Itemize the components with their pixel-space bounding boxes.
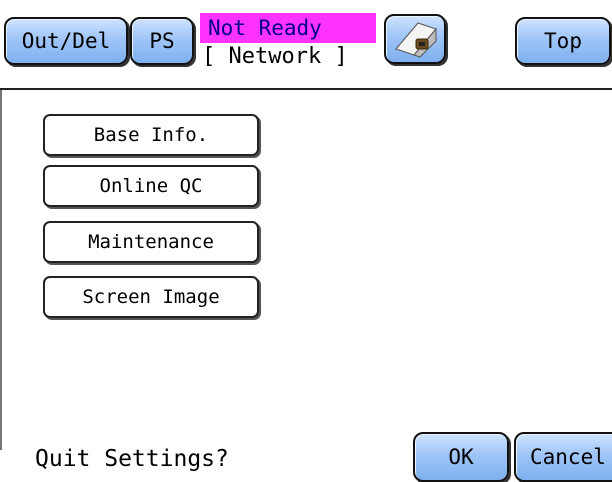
ok-button[interactable]: OK <box>413 432 509 482</box>
maintenance-label: Maintenance <box>88 231 214 253</box>
screen-image-button[interactable]: Screen Image <box>43 276 259 318</box>
status-indicator: Not Ready <box>200 13 376 43</box>
ok-label: OK <box>448 445 474 469</box>
ps-button[interactable]: PS <box>130 17 194 65</box>
screen-image-label: Screen Image <box>82 286 220 308</box>
out-del-label: Out/Del <box>21 29 111 53</box>
out-del-button[interactable]: Out/Del <box>4 17 128 65</box>
printer-button[interactable] <box>384 14 446 64</box>
left-edge-line <box>0 90 2 450</box>
settings-screen: Out/Del PS Not Ready [ Network ] Top Bas… <box>0 0 612 482</box>
cancel-button[interactable]: Cancel <box>514 432 612 482</box>
ps-label: PS <box>149 29 175 53</box>
online-qc-label: Online QC <box>99 175 203 197</box>
quit-settings-prompt: Quit Settings? <box>35 446 229 472</box>
base-info-label: Base Info. <box>93 124 209 146</box>
cancel-label: Cancel <box>530 445 606 469</box>
printer-paper-roll-icon <box>395 22 437 58</box>
online-qc-button[interactable]: Online QC <box>43 165 259 207</box>
maintenance-button[interactable]: Maintenance <box>43 221 259 263</box>
base-info-button[interactable]: Base Info. <box>43 114 259 156</box>
mode-label: [ Network ] <box>202 44 348 69</box>
top-label: Top <box>544 29 582 53</box>
header-divider <box>0 88 612 90</box>
top-button[interactable]: Top <box>515 17 611 65</box>
